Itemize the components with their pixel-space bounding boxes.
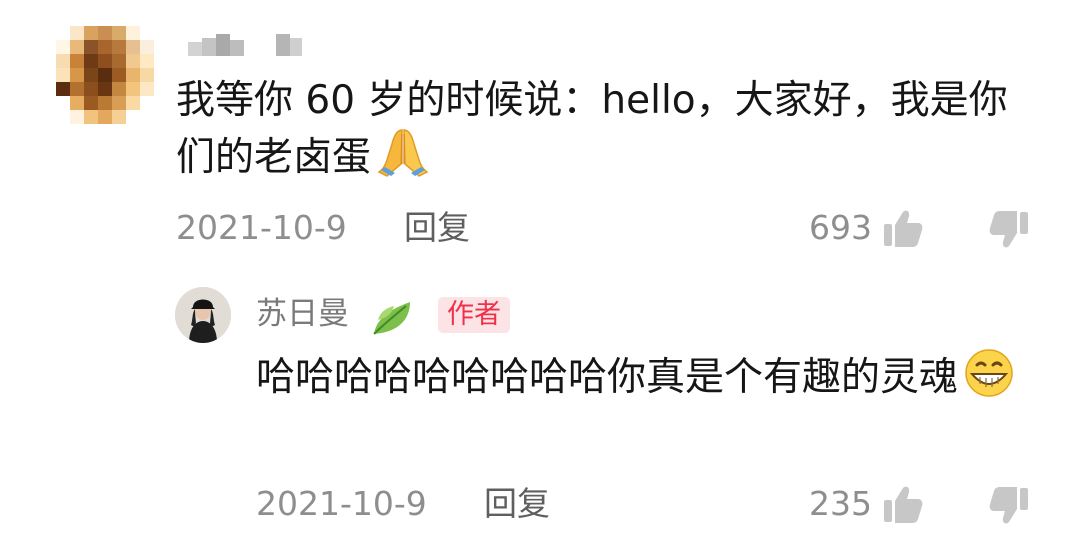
author-avatar[interactable] bbox=[175, 287, 231, 343]
commenter-avatar-pixelated[interactable] bbox=[56, 26, 154, 124]
reply-body: 哈哈哈哈哈哈哈哈哈你真是个有趣的灵魂 bbox=[256, 355, 959, 400]
folded-hands-icon bbox=[375, 126, 431, 191]
comment-like-count: 693 bbox=[809, 208, 872, 247]
reply-date: 2021-10-9 bbox=[256, 484, 427, 523]
grinning-face-icon bbox=[962, 348, 1016, 411]
dislike-icon[interactable] bbox=[988, 208, 1032, 250]
like-icon[interactable] bbox=[880, 484, 924, 526]
leaf-icon bbox=[370, 298, 416, 338]
reply-reply-button[interactable]: 回复 bbox=[484, 484, 550, 524]
comment-date: 2021-10-9 bbox=[176, 208, 347, 247]
reply-like-count: 235 bbox=[809, 484, 872, 523]
author-badge: 作者 bbox=[438, 297, 510, 333]
comment-body: 我等你 60 岁的时候说：hello，大家好，我是你们的老卤蛋 bbox=[176, 78, 1008, 180]
comment-text: 我等你 60 岁的时候说：hello，大家好，我是你们的老卤蛋 bbox=[176, 76, 1036, 191]
comment-reply-button[interactable]: 回复 bbox=[404, 208, 470, 248]
reply-author-name[interactable]: 苏日曼 bbox=[256, 294, 349, 334]
commenter-name-pixelated[interactable] bbox=[188, 34, 318, 56]
like-icon[interactable] bbox=[880, 208, 924, 250]
dislike-icon[interactable] bbox=[988, 484, 1032, 526]
reply-text: 哈哈哈哈哈哈哈哈哈你真是个有趣的灵魂 bbox=[256, 348, 1036, 411]
